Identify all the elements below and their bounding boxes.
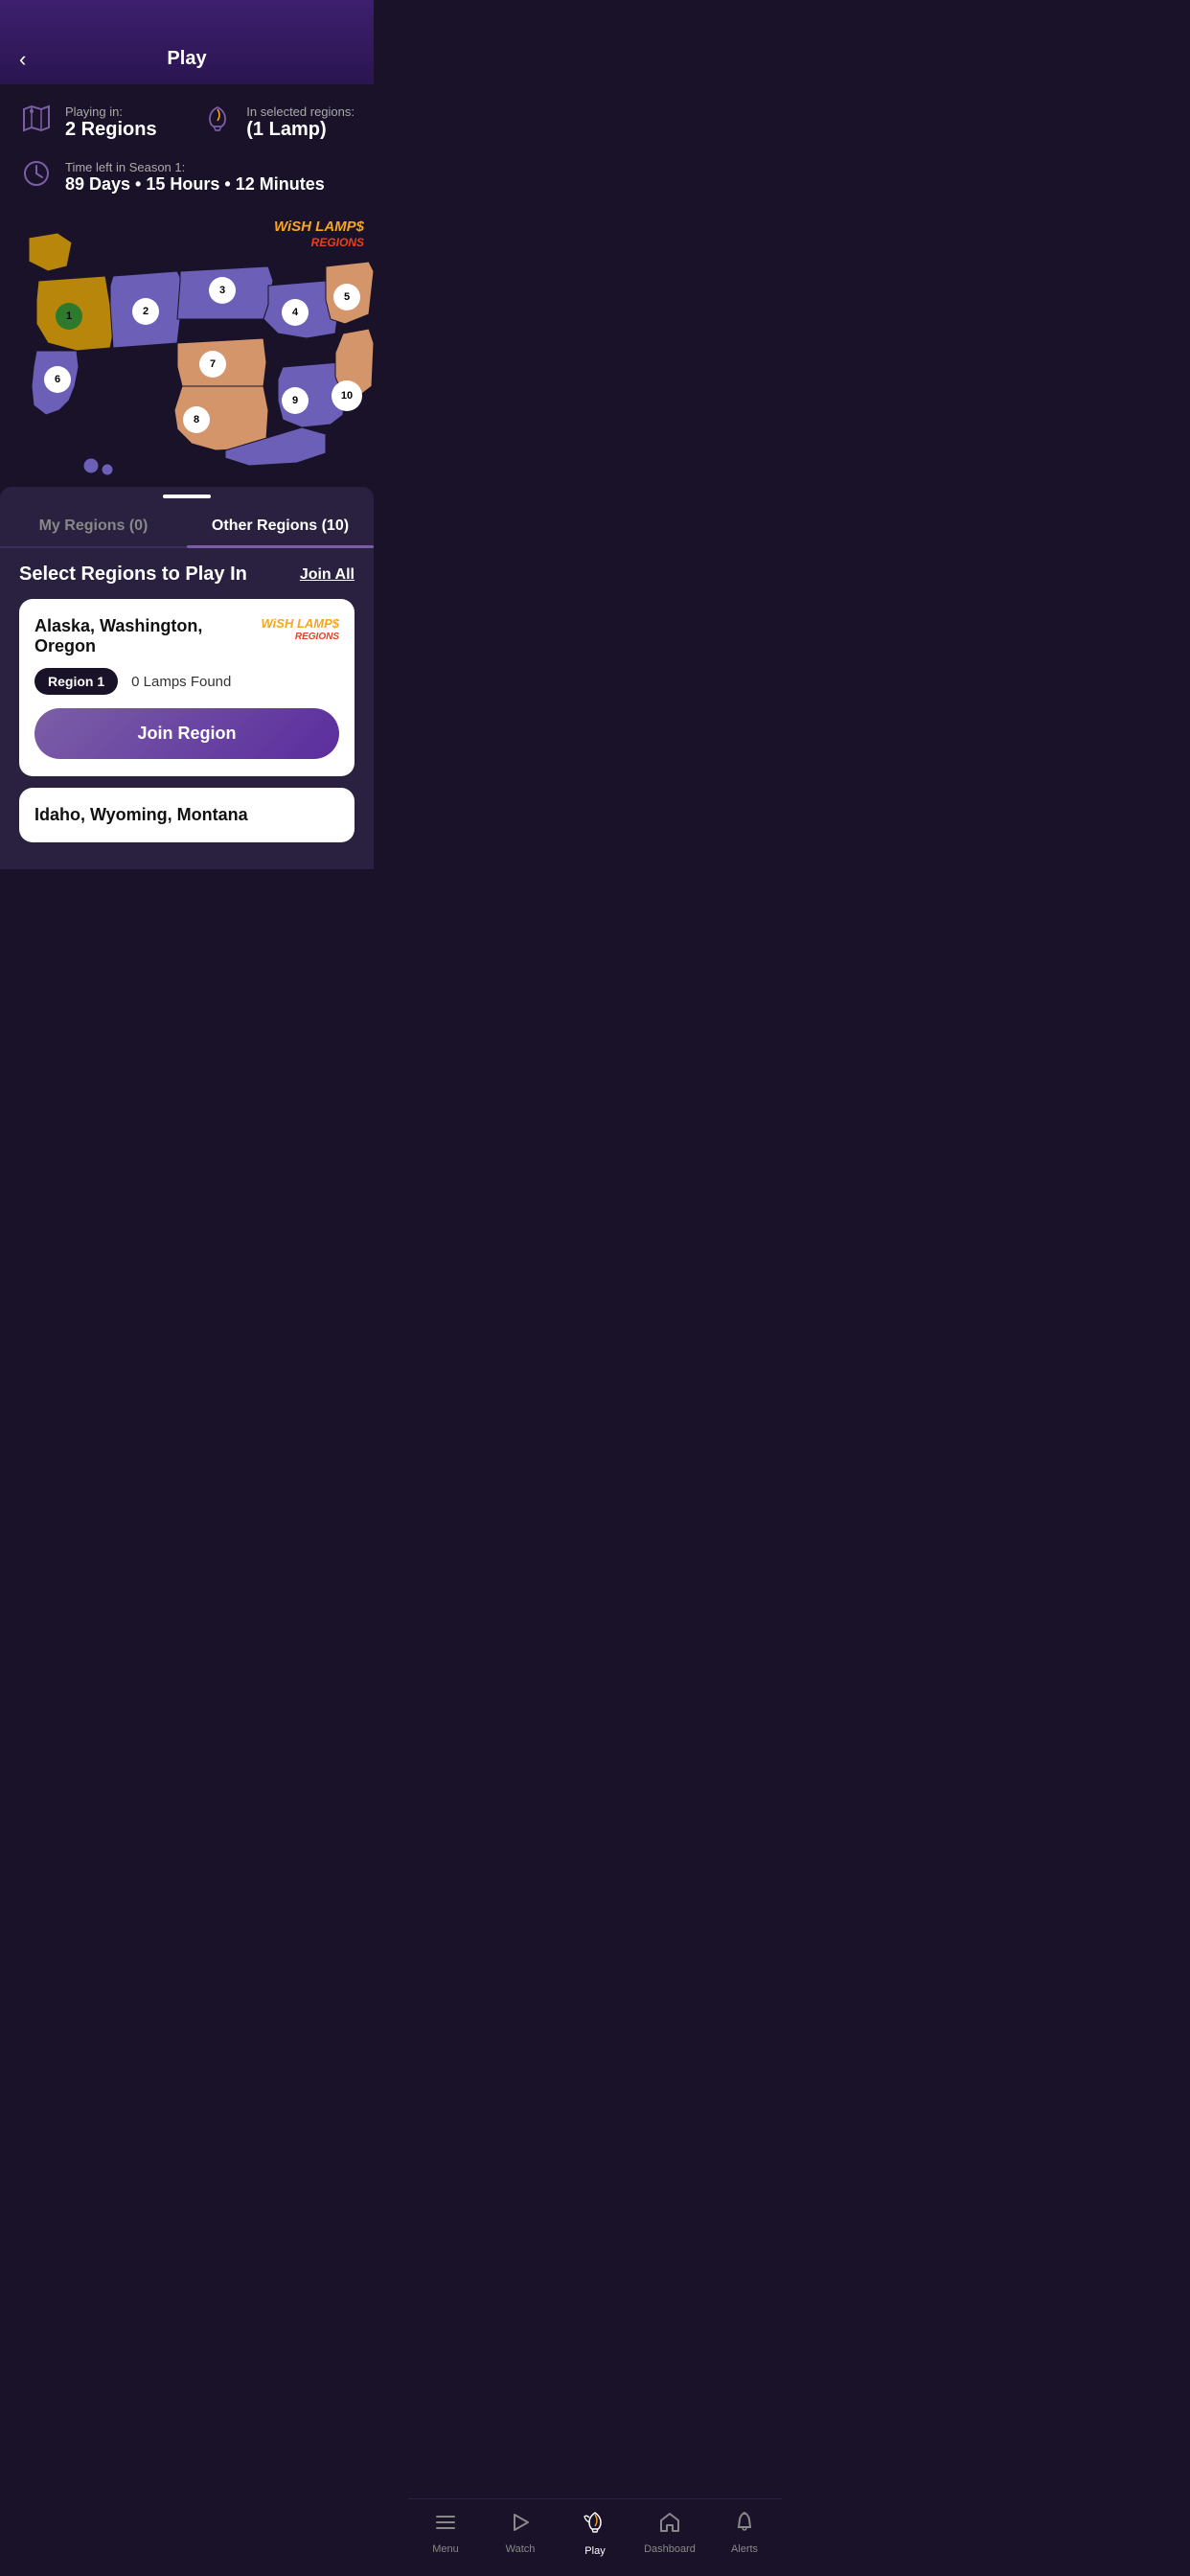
stats-section: Playing in: 2 Regions In selected region… (0, 84, 374, 209)
tab-other-regions[interactable]: Other Regions (10) (187, 506, 374, 546)
svg-text:4: 4 (292, 307, 299, 318)
svg-text:5: 5 (344, 291, 350, 303)
playing-in-stat: Playing in: 2 Regions (19, 102, 157, 143)
nav-dashboard[interactable]: Dashboard (641, 2511, 698, 2555)
map-container: 1 2 3 4 5 6 7 8 9 10 (0, 209, 374, 487)
region-1-lamps: 0 Lamps Found (131, 674, 231, 690)
tab-my-regions[interactable]: My Regions (0) (0, 506, 187, 546)
svg-text:3: 3 (219, 285, 225, 296)
selected-label: In selected regions: (246, 104, 355, 119)
dashboard-label: Dashboard (644, 2543, 696, 2555)
watch-label: Watch (506, 2543, 536, 2555)
wish-lamps-logo-map: WiSH LAMP$ REGIONS (274, 218, 364, 249)
bell-icon (733, 2511, 756, 2540)
svg-text:7: 7 (210, 358, 216, 370)
drag-handle (0, 487, 374, 506)
svg-text:2: 2 (143, 306, 149, 317)
menu-icon (434, 2511, 457, 2540)
tabs-container: My Regions (0) Other Regions (10) (0, 487, 374, 548)
lamp-icon (200, 102, 235, 143)
page-title: Play (167, 48, 206, 70)
svg-text:9: 9 (292, 395, 298, 406)
svg-text:10: 10 (341, 390, 353, 402)
nav-watch[interactable]: Watch (492, 2511, 549, 2555)
bottom-nav: Menu Watch Play Dashboard (408, 2498, 782, 2576)
time-value: 89 Days • 15 Hours • 12 Minutes (65, 174, 325, 195)
nav-menu[interactable]: Menu (417, 2511, 474, 2555)
region-2-states: Idaho, Wyoming, Montana (34, 805, 339, 825)
region-card-2: Idaho, Wyoming, Montana (19, 788, 355, 842)
time-label: Time left in Season 1: (65, 160, 325, 174)
nav-alerts[interactable]: Alerts (716, 2511, 773, 2555)
handle-bar (163, 494, 211, 498)
select-regions-title: Select Regions to Play In (19, 564, 247, 586)
regions-header: Select Regions to Play In Join All (19, 564, 355, 586)
nav-play[interactable]: Play (566, 2509, 624, 2557)
region-card-1: Alaska, Washington, Oregon WiSH LAMP$ RE… (19, 599, 355, 776)
play-label: Play (584, 2545, 605, 2557)
region-card-1-header: Alaska, Washington, Oregon WiSH LAMP$ RE… (34, 616, 339, 656)
region-1-logo: WiSH LAMP$ REGIONS (262, 616, 340, 643)
playing-value: 2 Regions (65, 119, 157, 141)
selected-value: (1 Lamp) (246, 119, 355, 141)
back-button[interactable]: ‹ (19, 47, 26, 72)
playing-label: Playing in: (65, 104, 157, 119)
tabs-row: My Regions (0) Other Regions (10) (0, 506, 374, 548)
region-1-states: Alaska, Washington, Oregon (34, 616, 262, 656)
genie-lamp-icon (582, 2509, 608, 2542)
regions-section: Select Regions to Play In Join All Alask… (0, 548, 374, 869)
svg-text:8: 8 (194, 414, 199, 426)
alerts-label: Alerts (731, 2543, 758, 2555)
region-1-info: Region 1 0 Lamps Found (34, 668, 339, 695)
play-icon (509, 2511, 532, 2540)
svg-text:1: 1 (66, 310, 72, 322)
svg-text:6: 6 (55, 374, 60, 385)
menu-label: Menu (432, 2543, 459, 2555)
time-row: Time left in Season 1: 89 Days • 15 Hour… (19, 156, 355, 197)
join-all-button[interactable]: Join All (300, 566, 355, 584)
app-header: ‹ Play (0, 0, 374, 84)
join-region-1-button[interactable]: Join Region (34, 708, 339, 759)
map-icon (19, 102, 54, 143)
lamp-stat: In selected regions: (1 Lamp) (200, 102, 355, 143)
clock-icon (19, 156, 54, 197)
region-1-badge: Region 1 (34, 668, 118, 695)
home-icon (658, 2511, 681, 2540)
